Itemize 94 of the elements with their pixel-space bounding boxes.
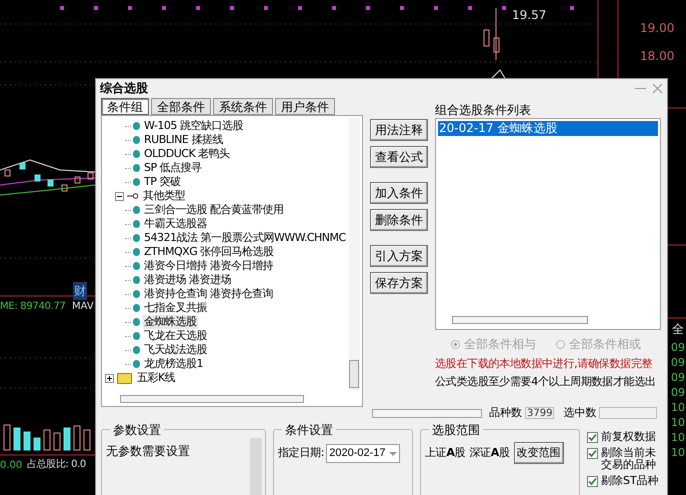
volume-bar	[4, 424, 10, 450]
volume-bar	[44, 430, 50, 450]
key-icon	[127, 193, 139, 199]
count-field: 3799	[525, 407, 554, 419]
tab[interactable]: 用户条件	[275, 98, 335, 115]
list-title: 组合选股条件列表	[435, 102, 532, 118]
volume-bar	[24, 432, 30, 450]
note-text: 公式类选股至少需要4个以上周期数据才能选出	[435, 374, 657, 389]
tree-item[interactable]: 港资今日增持 港资今日增持	[143, 259, 274, 273]
side-header: 全	[672, 321, 684, 338]
tree-item[interactable]: RUBLINE 揉搓线	[143, 133, 224, 147]
ratio-value: 0.00	[0, 459, 22, 473]
checkbox[interactable]	[587, 432, 598, 443]
side-time: 09	[671, 340, 685, 356]
tree-item[interactable]: 牛霸天选股器	[143, 217, 208, 231]
side-time: 10	[671, 400, 685, 416]
tree-item[interactable]: 54321战法 第一股票公式网WWW.CHNMC	[143, 231, 347, 245]
volume-bar	[34, 438, 40, 450]
tree-item[interactable]: OLDDUCK 老鸭头	[143, 147, 231, 161]
tree-item[interactable]: TP 突破	[143, 175, 182, 189]
tree-item[interactable]: 港资进场 港资进场	[143, 273, 232, 287]
candlestick	[4, 170, 10, 176]
condition-item[interactable]: 20-02-17 金蜘蛛选股	[438, 121, 658, 136]
tree-item[interactable]: 金蜘蛛选股	[143, 315, 198, 329]
count-label: 品种数	[489, 404, 522, 421]
side-time: 10	[671, 445, 685, 461]
window-title: 综合选股	[100, 80, 148, 97]
market-label: 上证A股	[425, 444, 466, 461]
tab[interactable]: 系统条件	[213, 98, 273, 115]
volume-ma-label: MAV	[72, 300, 94, 314]
params-text: 无参数需要设置	[106, 443, 190, 460]
option-label: 前复权数据	[601, 431, 656, 443]
scrollbar-thumb[interactable]	[349, 360, 359, 388]
side-time: 10	[671, 430, 685, 446]
price-label: 19.57	[512, 7, 546, 24]
candlestick	[494, 8, 500, 60]
dialog-button[interactable]: 用法注释	[370, 119, 428, 141]
tree-item[interactable]: 飞龙在天选股	[143, 329, 208, 343]
tree-item[interactable]: 龙虎榜选股1	[143, 357, 204, 371]
horizontal-scrollbar[interactable]	[120, 395, 304, 403]
tree-item[interactable]: W-105 跳空缺口选股	[143, 119, 244, 133]
count-label: 选中数	[563, 404, 596, 421]
group-title: 选股范围	[429, 421, 483, 439]
side-time: 09	[671, 355, 685, 371]
volume-bar	[84, 430, 90, 450]
market-label: 深证A股	[469, 444, 510, 461]
dialog-button[interactable]: 改变范围	[514, 442, 564, 464]
date-picker[interactable]: 2020-02-17	[326, 444, 400, 463]
tree-item[interactable]: 五彩K线	[136, 371, 176, 385]
price-axis-label: 19.00	[640, 20, 674, 37]
tree-item[interactable]: SP 低点搜寻	[143, 161, 203, 175]
tab[interactable]: 全部条件	[151, 98, 211, 115]
folder-icon	[117, 372, 132, 384]
dialog-button[interactable]: 加入条件	[370, 182, 428, 204]
finance-badge: 财	[73, 282, 87, 300]
tree-item[interactable]: 三剑合一选股 配合黄蓝带使用	[143, 203, 284, 217]
date-label: 指定日期:	[278, 445, 324, 462]
note-text: 选股在下载的本地数据中进行,请确保数据完整	[435, 356, 654, 371]
vertical-scrollbar[interactable]	[250, 438, 262, 495]
tree-item[interactable]: 飞天战法选股	[143, 343, 208, 357]
volume-label: ME: 89740.77	[0, 300, 66, 314]
volume-bar	[64, 428, 70, 450]
volume-bar	[74, 426, 80, 450]
tree-item[interactable]: 其他类型	[142, 189, 186, 203]
tab[interactable]: 条件组	[101, 98, 149, 115]
side-time: 10	[671, 415, 685, 431]
tree-item[interactable]: 港资持仓查询 港资持仓查询	[143, 287, 274, 301]
close-icon[interactable]	[652, 82, 663, 94]
price-axis-label: 18.00	[640, 48, 674, 65]
dialog-button[interactable]: 保存方案	[370, 272, 428, 294]
dropdown-icon[interactable]	[386, 450, 398, 458]
side-time: 09	[671, 370, 685, 386]
ratio-label: 占总股比: 0.0	[27, 458, 86, 472]
tree-item[interactable]: ZTHMQXG 张停回马枪选股	[143, 245, 275, 259]
count-field	[599, 407, 658, 419]
candlestick	[484, 30, 490, 46]
expand-icon[interactable]	[105, 374, 114, 382]
dialog-button[interactable]: 查看公式	[370, 146, 428, 168]
dialog-button[interactable]: 引入方案	[370, 245, 428, 267]
checkbox[interactable]	[587, 448, 598, 459]
horizontal-scrollbar[interactable]	[452, 316, 588, 324]
tree-item[interactable]: 七指金叉共振	[143, 301, 208, 315]
collapse-icon[interactable]	[115, 192, 124, 200]
candlestick	[20, 162, 26, 170]
option-label: 剔除ST品种	[601, 475, 659, 487]
option-label: 剔除当前未交易的品种	[601, 447, 657, 471]
side-time: 09	[671, 385, 685, 401]
group-title: 参数设置	[110, 421, 164, 439]
checkbox[interactable]	[587, 476, 598, 487]
vertical-scrollbar[interactable]	[349, 118, 360, 390]
volume-bar	[54, 432, 60, 450]
dialog-button[interactable]: 删除条件	[370, 209, 428, 231]
volume-bar	[14, 428, 20, 450]
group-title: 条件设置	[282, 421, 336, 439]
